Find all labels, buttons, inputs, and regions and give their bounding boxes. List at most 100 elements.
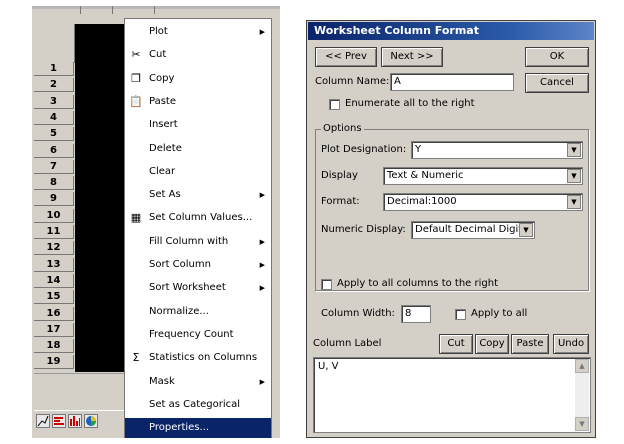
- row-header[interactable]: 6: [34, 143, 74, 158]
- label-copy-button[interactable]: Copy: [475, 334, 509, 354]
- menu-item-label: Copy: [149, 72, 175, 84]
- menu-item-label: Sort Worksheet: [149, 282, 226, 294]
- submenu-arrow-icon: ▶: [259, 237, 265, 246]
- column-context-menu: Plot ▶ ✂ Cut ❐ Copy 📋 Paste Insert Delete Clear Set…: [124, 18, 272, 439]
- label-paste-button[interactable]: Paste: [511, 334, 549, 354]
- row-header[interactable]: 16: [34, 306, 74, 321]
- column-label-caption: Column Label: [313, 338, 382, 349]
- scroll-down-icon[interactable]: ▼: [575, 417, 589, 431]
- apply-right-label: Apply to all columns to the right: [337, 278, 498, 289]
- submenu-arrow-icon: ▶: [259, 191, 265, 200]
- dialog-title: Worksheet Column Format: [308, 22, 594, 40]
- worksheet-window: A U, V 0 12345678910111213141516171819 P…: [0, 0, 280, 444]
- menu-item-label: Insert: [149, 119, 178, 131]
- menu-item-copy[interactable]: ❐ Copy: [125, 69, 271, 89]
- row-header[interactable]: 8: [34, 176, 74, 191]
- pie-chart-icon: [86, 416, 96, 426]
- row-header[interactable]: 9: [34, 192, 74, 207]
- line-plot-button[interactable]: [36, 414, 50, 428]
- column-plot-button[interactable]: [68, 414, 82, 428]
- enumerate-label: Enumerate all to the right: [345, 98, 475, 109]
- menu-item-delete[interactable]: Delete: [125, 139, 271, 159]
- menu-item-label: Delete: [149, 142, 182, 154]
- column-tick: [112, 6, 113, 14]
- column-name-input[interactable]: A: [390, 73, 514, 91]
- menu-item-label: Paste: [149, 95, 176, 107]
- row-header[interactable]: 13: [34, 257, 74, 272]
- menu-item-plot[interactable]: Plot ▶: [125, 22, 271, 42]
- numeric-display-select[interactable]: Default Decimal Digits ▼: [411, 221, 535, 239]
- row-header[interactable]: 4: [34, 110, 74, 125]
- row-header[interactable]: 15: [34, 290, 74, 305]
- column-tick: [80, 6, 81, 14]
- menu-item-label: Normalize...: [149, 305, 209, 317]
- copy-icon: ❐: [131, 71, 141, 85]
- menu-item-normalize[interactable]: Normalize...: [125, 302, 271, 322]
- menu-item-label: Set as Categorical: [149, 398, 241, 410]
- menu-item-cut[interactable]: ✂ Cut: [125, 45, 271, 65]
- format-value: Decimal:1000: [387, 196, 457, 207]
- chevron-down-icon[interactable]: ▼: [567, 169, 581, 183]
- statistics-icon: Σ: [132, 351, 140, 365]
- row-header[interactable]: 1: [34, 62, 74, 76]
- row-header[interactable]: 17: [34, 322, 74, 337]
- row-header[interactable]: 14: [34, 273, 74, 288]
- menu-item-label: Clear: [149, 165, 176, 177]
- menu-item-label: Frequency Count: [149, 328, 234, 340]
- column-label-scrollbar[interactable]: ▲ ▼: [575, 359, 589, 431]
- row-header[interactable]: 3: [34, 94, 74, 109]
- submenu-arrow-icon: ▶: [259, 284, 265, 293]
- worksheet-corner[interactable]: [34, 24, 75, 63]
- chevron-down-icon[interactable]: ▼: [567, 195, 581, 209]
- menu-item-sort-worksheet[interactable]: Sort Worksheet ▶: [125, 278, 271, 298]
- menu-item-label: Mask: [149, 375, 175, 387]
- menu-item-mask[interactable]: Mask ▶: [125, 372, 271, 392]
- ok-button[interactable]: OK: [525, 47, 589, 67]
- menu-item-set-as-categorical[interactable]: Set as Categorical: [125, 395, 271, 415]
- label-cut-button[interactable]: Cut: [439, 334, 473, 354]
- menu-item-label: Plot: [149, 26, 168, 37]
- menu-item-frequency-count[interactable]: Frequency Count: [125, 325, 271, 345]
- pie-plot-button[interactable]: [84, 414, 98, 428]
- column-width-label: Column Width:: [321, 308, 395, 319]
- apply-all-checkbox[interactable]: [455, 309, 466, 320]
- menu-item-properties[interactable]: Properties...: [125, 418, 271, 439]
- menu-item-paste[interactable]: 📋 Paste: [125, 92, 271, 112]
- worksheet-column-format-dialog: Worksheet Column Format << Prev Next >> …: [306, 20, 596, 438]
- scissors-icon: ✂: [131, 48, 141, 62]
- plot-designation-select[interactable]: Y ▼: [411, 141, 583, 159]
- label-undo-button[interactable]: Undo: [553, 334, 589, 354]
- display-select[interactable]: Text & Numeric ▼: [383, 167, 583, 185]
- set-values-icon: ▦: [130, 211, 142, 225]
- cancel-button[interactable]: Cancel: [525, 73, 589, 93]
- next-button[interactable]: Next >>: [381, 47, 443, 67]
- menu-item-set-as[interactable]: Set As ▶: [125, 185, 271, 205]
- row-header[interactable]: 7: [34, 159, 74, 174]
- scroll-up-icon[interactable]: ▲: [575, 359, 589, 373]
- row-header[interactable]: 18: [34, 339, 74, 354]
- apply-right-checkbox[interactable]: [321, 279, 332, 290]
- row-header[interactable]: 19: [34, 355, 74, 370]
- bar-plot-button[interactable]: [52, 414, 66, 428]
- menu-item-set-column-values[interactable]: ▦ Set Column Values...: [125, 208, 271, 228]
- column-label-textarea[interactable]: U, V ▲ ▼: [313, 357, 591, 433]
- row-header[interactable]: 5: [34, 127, 74, 142]
- chevron-down-icon[interactable]: ▼: [567, 143, 581, 157]
- column-width-input[interactable]: 8: [401, 305, 431, 323]
- menu-item-statistics-on-columns[interactable]: Σ Statistics on Columns: [125, 348, 271, 368]
- menu-item-insert[interactable]: Insert: [125, 115, 271, 135]
- format-select[interactable]: Decimal:1000 ▼: [383, 193, 583, 211]
- menu-item-sort-column[interactable]: Sort Column ▶: [125, 255, 271, 275]
- prev-button[interactable]: << Prev: [315, 47, 377, 67]
- row-header[interactable]: 10: [34, 208, 74, 223]
- menu-item-fill-column-with[interactable]: Fill Column with ▶: [125, 232, 271, 252]
- submenu-arrow-icon: ▶: [259, 28, 265, 36]
- row-header[interactable]: 11: [34, 225, 74, 239]
- format-label: Format:: [321, 196, 360, 207]
- row-header[interactable]: 2: [34, 78, 74, 93]
- menu-item-label: Sort Column: [149, 259, 211, 270]
- menu-item-clear[interactable]: Clear: [125, 162, 271, 182]
- chevron-down-icon[interactable]: ▼: [519, 223, 533, 237]
- row-header[interactable]: 12: [34, 241, 74, 256]
- enumerate-checkbox[interactable]: [329, 99, 340, 110]
